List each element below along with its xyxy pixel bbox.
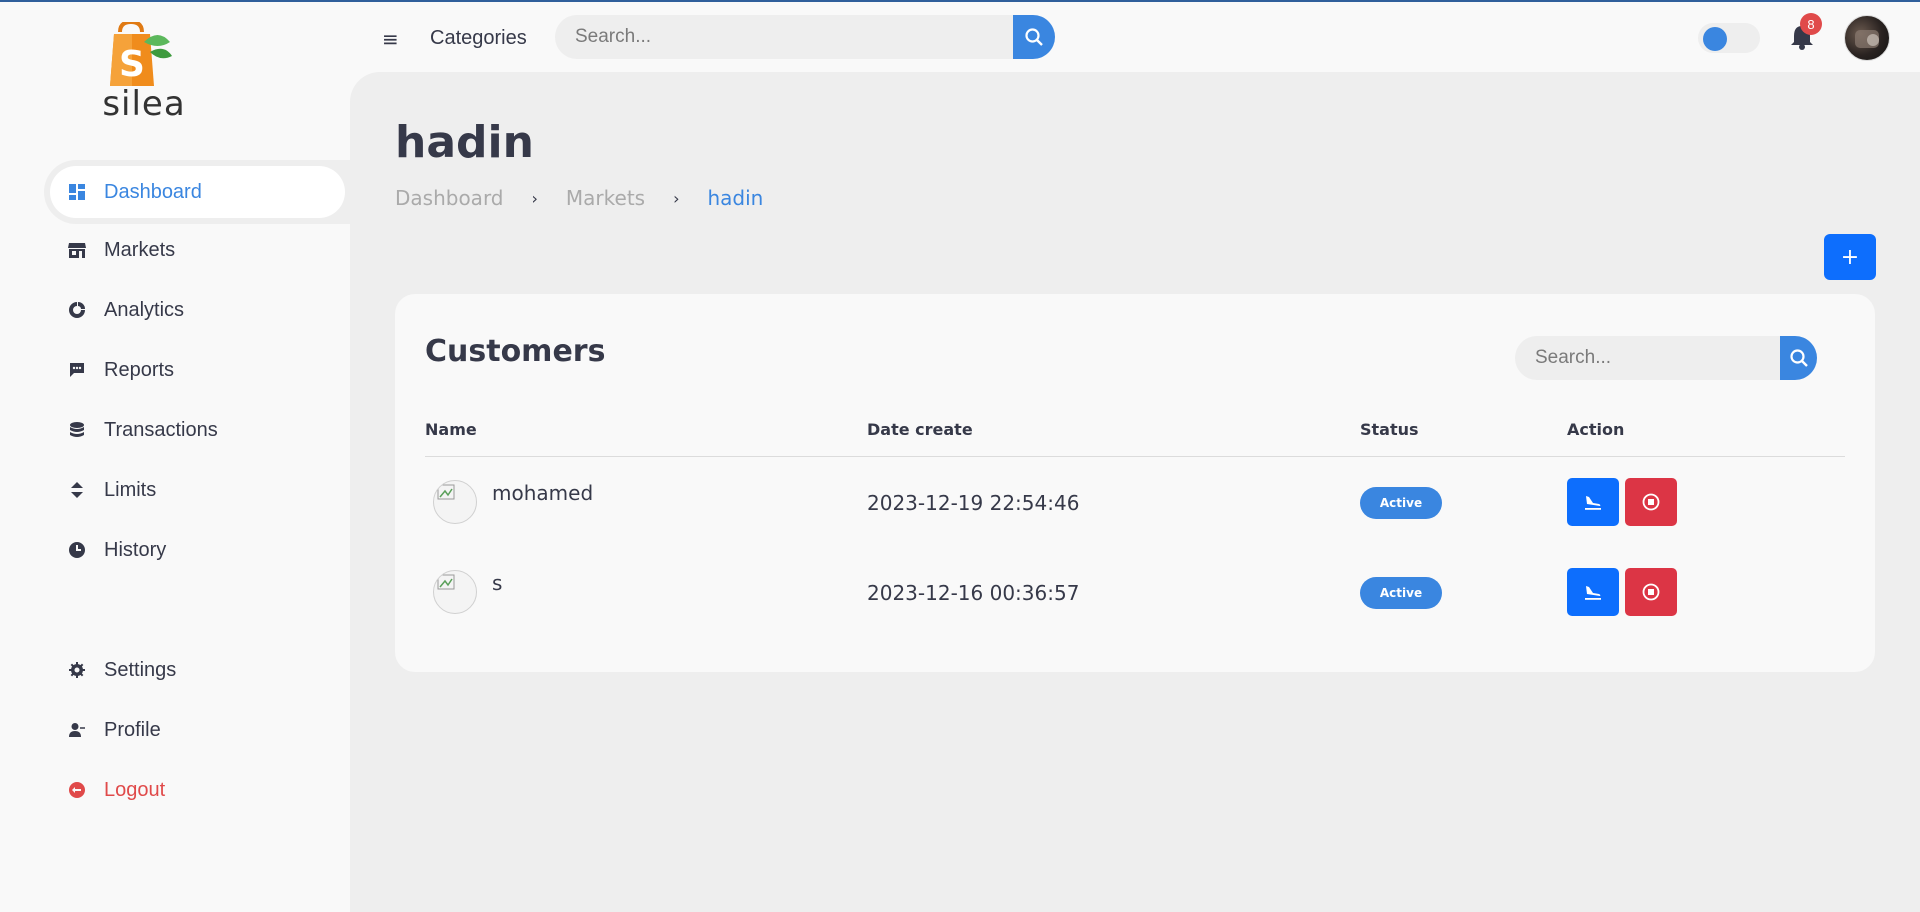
sidebar-item-label: Limits bbox=[104, 478, 157, 501]
sidebar-item-markets[interactable]: Markets bbox=[50, 224, 345, 276]
customers-card: Customers Name Date create Status Action… bbox=[395, 294, 1875, 672]
column-header-status: Status bbox=[1360, 420, 1419, 439]
dashboard-icon bbox=[68, 183, 86, 201]
user-icon bbox=[68, 721, 86, 739]
theme-toggle[interactable] bbox=[1698, 23, 1760, 53]
categories-link[interactable]: Categories bbox=[430, 27, 527, 50]
customers-search-button[interactable] bbox=[1780, 336, 1817, 380]
sidebar-item-limits[interactable]: Limits bbox=[50, 464, 345, 516]
breadcrumb-markets[interactable]: Markets bbox=[566, 186, 645, 210]
breadcrumb-dashboard[interactable]: Dashboard bbox=[395, 186, 504, 210]
customer-name: mohamed bbox=[492, 481, 594, 505]
header-search bbox=[555, 15, 1055, 59]
sidebar-item-history[interactable]: History bbox=[50, 524, 345, 576]
customer-avatar bbox=[433, 480, 477, 524]
header-search-button[interactable] bbox=[1013, 15, 1055, 59]
add-button[interactable]: + bbox=[1824, 234, 1876, 280]
top-header: ≡ Categories 8 bbox=[350, 2, 1920, 72]
sort-icon bbox=[68, 481, 86, 499]
table-row: mohamed 2023-12-19 22:54:46 Active bbox=[425, 457, 1845, 547]
sidebar-menu: Dashboard Markets Analytics Reports Tran bbox=[0, 2, 350, 912]
plane-landing-icon bbox=[1585, 586, 1601, 600]
chevron-right-icon: › bbox=[673, 188, 680, 208]
sidebar-item-dashboard[interactable]: Dashboard bbox=[50, 166, 345, 218]
plane-landing-icon bbox=[1585, 496, 1601, 510]
stop-button[interactable] bbox=[1625, 568, 1677, 616]
plane-landing-button[interactable] bbox=[1567, 478, 1619, 526]
sidebar-item-label: Dashboard bbox=[104, 180, 202, 203]
search-icon bbox=[1025, 28, 1043, 46]
column-header-action: Action bbox=[1567, 420, 1625, 439]
theme-toggle-knob bbox=[1703, 27, 1727, 51]
plane-landing-button[interactable] bbox=[1567, 568, 1619, 616]
breadcrumb-current: hadin bbox=[707, 186, 764, 210]
reports-icon bbox=[68, 361, 86, 379]
header-search-input[interactable] bbox=[555, 15, 1013, 59]
sidebar-item-label: Profile bbox=[104, 718, 161, 741]
sidebar-item-label: Analytics bbox=[104, 298, 185, 321]
table-row: s 2023-12-16 00:36:57 Active bbox=[425, 547, 1845, 637]
chevron-right-icon: › bbox=[531, 188, 538, 208]
sidebar-item-label: History bbox=[104, 538, 167, 561]
sidebar-item-profile[interactable]: Profile bbox=[50, 704, 345, 756]
stop-circle-icon bbox=[1642, 583, 1660, 601]
user-avatar[interactable] bbox=[1844, 15, 1890, 61]
page-title: hadin bbox=[395, 117, 534, 168]
customers-title: Customers bbox=[425, 334, 606, 369]
gear-icon bbox=[68, 661, 86, 679]
column-header-date: Date create bbox=[867, 420, 973, 439]
main-content: hadin Dashboard › Markets › hadin + Cust… bbox=[350, 72, 1920, 912]
status-badge: Active bbox=[1360, 487, 1442, 519]
customer-name: s bbox=[492, 571, 503, 595]
notification-badge: 8 bbox=[1800, 13, 1822, 35]
sidebar-item-label: Reports bbox=[104, 358, 175, 381]
stop-button[interactable] bbox=[1625, 478, 1677, 526]
sidebar-item-transactions[interactable]: Transactions bbox=[50, 404, 345, 456]
customer-date: 2023-12-19 22:54:46 bbox=[867, 491, 1080, 515]
search-icon bbox=[1789, 349, 1808, 367]
database-icon bbox=[68, 421, 86, 439]
customers-search-input[interactable] bbox=[1515, 336, 1780, 380]
analytics-icon bbox=[68, 301, 86, 319]
sidebar-item-label: Settings bbox=[104, 658, 177, 681]
sidebar-item-label: Logout bbox=[104, 778, 166, 801]
breadcrumb: Dashboard › Markets › hadin bbox=[395, 186, 763, 210]
sidebar-item-logout[interactable]: Logout bbox=[50, 764, 345, 816]
sidebar: S silea Dashboard Markets Analytics Repo… bbox=[0, 2, 350, 912]
sidebar-item-label: Transactions bbox=[104, 418, 218, 441]
logout-icon bbox=[68, 781, 86, 799]
column-header-name: Name bbox=[425, 420, 477, 439]
clock-icon bbox=[68, 541, 86, 559]
sidebar-item-analytics[interactable]: Analytics bbox=[50, 284, 345, 336]
sidebar-item-settings[interactable]: Settings bbox=[50, 644, 345, 696]
stop-circle-icon bbox=[1642, 493, 1660, 511]
customer-avatar bbox=[433, 570, 477, 614]
sidebar-item-label: Markets bbox=[104, 238, 176, 261]
sidebar-item-reports[interactable]: Reports bbox=[50, 344, 345, 396]
status-badge: Active bbox=[1360, 577, 1442, 609]
store-icon bbox=[68, 241, 86, 259]
customer-date: 2023-12-16 00:36:57 bbox=[867, 581, 1080, 605]
menu-toggle-icon[interactable]: ≡ bbox=[382, 27, 399, 51]
customers-search bbox=[1515, 336, 1817, 380]
